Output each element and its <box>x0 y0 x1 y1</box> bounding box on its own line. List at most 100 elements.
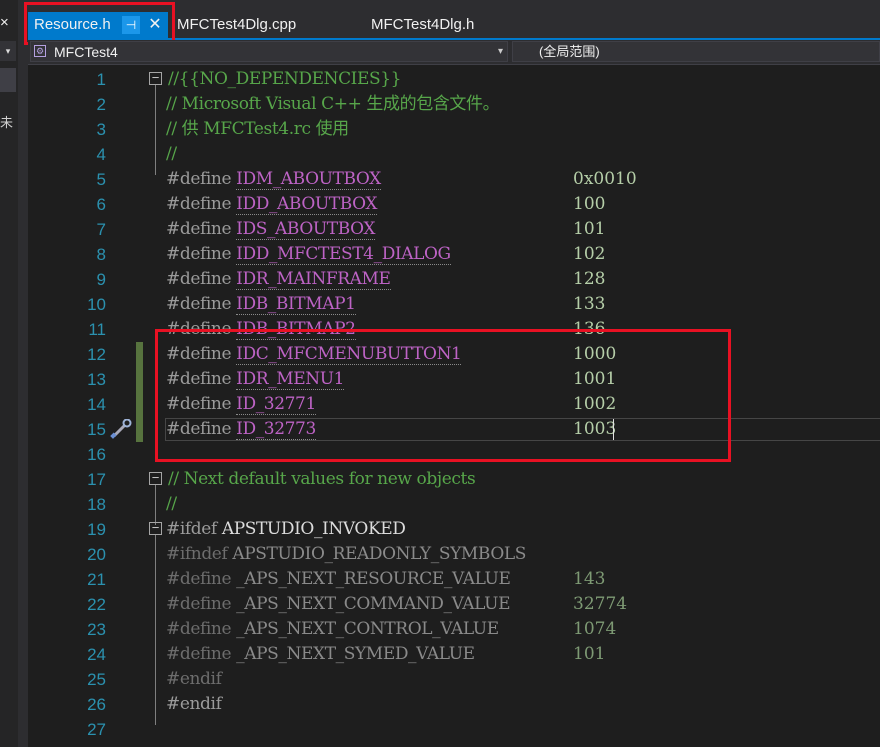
preprocessor-keyword: #define <box>166 644 232 664</box>
collapse-icon[interactable]: − <box>149 471 162 485</box>
code-line[interactable]: 4 // <box>28 142 880 167</box>
line-number: 20 <box>87 545 106 564</box>
code-line[interactable]: 6 #define IDD_ABOUTBOX 100 <box>28 192 880 217</box>
code-line[interactable]: 5 #define IDM_ABOUTBOX 0x0010 <box>28 167 880 192</box>
define-value: 143 <box>573 569 606 589</box>
define-value: 100 <box>573 194 606 214</box>
code-text: #ifndef APSTUDIO_READONLY_SYMBOLS <box>166 542 526 567</box>
chevron-down-icon[interactable]: ▾ <box>0 41 16 61</box>
navigation-bar: ⚙ MFCTest4 ▾ (全局范围) <box>28 40 880 65</box>
macro-name: IDM_ABOUTBOX <box>236 169 381 190</box>
preprocessor-keyword: #define <box>166 244 232 264</box>
code-line[interactable]: 24 #define _APS_NEXT_SYMED_VALUE 101 <box>28 642 880 667</box>
line-number: 18 <box>87 495 106 514</box>
define-value: 1074 <box>573 619 617 639</box>
define-value: 101 <box>573 219 606 239</box>
splitter[interactable] <box>18 0 28 747</box>
preprocessor-keyword: #define <box>166 294 232 314</box>
preprocessor-keyword: #define <box>166 619 232 639</box>
define-value: 101 <box>573 644 606 664</box>
highlight-box-tab <box>24 2 175 45</box>
preprocessor-keyword: #define <box>166 594 232 614</box>
close-icon[interactable]: × <box>0 14 12 32</box>
define-value: 102 <box>573 244 606 264</box>
collapse-icon[interactable]: − <box>149 71 162 85</box>
line-number: 8 <box>96 245 106 264</box>
line-number: 11 <box>88 320 106 339</box>
code-text: // <box>166 144 177 164</box>
macro-name: IDR_MAINFRAME <box>236 269 391 290</box>
line-number: 13 <box>87 370 106 389</box>
line-number: 7 <box>96 220 106 239</box>
code-text: // 供 MFCTest4.rc 使用 <box>166 119 349 139</box>
code-line[interactable]: 17 −// Next default values for new object… <box>28 467 880 492</box>
code-line[interactable]: 25 #endif <box>28 667 880 692</box>
chevron-down-icon: ▾ <box>497 46 503 57</box>
code-text: #define IDD_ABOUTBOX <box>166 192 377 217</box>
line-number: 25 <box>87 670 106 689</box>
code-line[interactable]: 27 <box>28 717 880 742</box>
line-number: 2 <box>96 95 106 114</box>
line-number: 14 <box>87 395 106 414</box>
code-text: #define IDD_MFCTEST4_DIALOG <box>166 242 451 267</box>
project-dropdown[interactable]: ⚙ MFCTest4 ▾ <box>30 41 508 62</box>
tab-label: MFCTest4Dlg.h <box>371 16 475 33</box>
collapse-icon[interactable]: − <box>149 521 162 535</box>
define-value: 133 <box>573 294 606 314</box>
change-marker <box>136 342 143 367</box>
macro-name: APSTUDIO_READONLY_SYMBOLS <box>232 544 526 564</box>
scope-dropdown[interactable]: (全局范围) <box>512 41 880 62</box>
define-value: 32774 <box>573 594 628 614</box>
tab-label: MFCTest4Dlg.cpp <box>177 16 297 33</box>
code-line[interactable]: 26 #endif <box>28 692 880 717</box>
code-line[interactable]: 10 #define IDB_BITMAP1 133 <box>28 292 880 317</box>
macro-name: _APS_NEXT_SYMED_VALUE <box>236 644 475 664</box>
preprocessor-keyword: #define <box>166 569 232 589</box>
code-line[interactable]: 7 #define IDS_ABOUTBOX 101 <box>28 217 880 242</box>
code-text: #define _APS_NEXT_COMMAND_VALUE <box>166 592 510 617</box>
code-text: #define IDM_ABOUTBOX <box>166 167 381 192</box>
line-number: 6 <box>96 195 106 214</box>
line-number: 12 <box>87 345 106 364</box>
code-line[interactable]: 19 − #ifdef APSTUDIO_INVOKED <box>28 517 880 542</box>
code-text: #define _APS_NEXT_SYMED_VALUE <box>166 642 475 667</box>
code-text: // <box>166 494 177 514</box>
preprocessor-keyword: #endif <box>166 694 222 714</box>
code-line[interactable]: 1 −//{{NO_DEPENDENCIES}} <box>28 67 880 92</box>
line-number: 9 <box>96 270 106 289</box>
code-text: #define _APS_NEXT_RESOURCE_VALUE <box>166 567 511 592</box>
code-line[interactable]: 22 #define _APS_NEXT_COMMAND_VALUE 32774 <box>28 592 880 617</box>
macro-name: _APS_NEXT_RESOURCE_VALUE <box>236 569 511 589</box>
code-line[interactable]: 2 // Microsoft Visual C++ 生成的包含文件。 <box>28 92 880 117</box>
change-marker <box>136 367 143 392</box>
change-marker <box>136 417 143 442</box>
preprocessor-keyword: #ifdef <box>166 519 217 539</box>
code-line[interactable]: 9 #define IDR_MAINFRAME 128 <box>28 267 880 292</box>
highlight-box-code <box>155 329 731 462</box>
line-number: 4 <box>96 145 106 164</box>
macro-name: IDS_ABOUTBOX <box>236 219 376 240</box>
preprocessor-keyword: #endif <box>166 669 222 689</box>
code-text: // Next default values for new objects <box>168 469 476 489</box>
preprocessor-keyword: #define <box>166 169 232 189</box>
define-value: 128 <box>573 269 606 289</box>
code-line[interactable]: 18 // <box>28 492 880 517</box>
code-text: #define IDR_MAINFRAME <box>166 267 391 292</box>
code-line[interactable]: 20 #ifndef APSTUDIO_READONLY_SYMBOLS <box>28 542 880 567</box>
line-number: 3 <box>96 120 106 139</box>
code-line[interactable]: 21 #define _APS_NEXT_RESOURCE_VALUE 143 <box>28 567 880 592</box>
selected-item[interactable] <box>0 68 16 92</box>
code-text: #define _APS_NEXT_CONTROL_VALUE <box>166 617 499 642</box>
preprocessor-keyword: #ifndef <box>166 544 228 564</box>
code-line[interactable]: 3 // 供 MFCTest4.rc 使用 <box>28 117 880 142</box>
code-line[interactable]: 23 #define _APS_NEXT_CONTROL_VALUE 1074 <box>28 617 880 642</box>
screwdriver-icon[interactable] <box>108 418 134 439</box>
code-line[interactable]: 8 #define IDD_MFCTEST4_DIALOG 102 <box>28 242 880 267</box>
panel-text-fragment: 未 <box>0 115 14 130</box>
code-text: #define IDS_ABOUTBOX <box>166 217 375 242</box>
tab-mfctest4dlg-h[interactable]: MFCTest4Dlg.h <box>371 12 474 38</box>
macro-name: IDD_ABOUTBOX <box>236 194 378 215</box>
tab-mfctest4dlg-cpp[interactable]: MFCTest4Dlg.cpp <box>177 12 296 38</box>
line-number: 1 <box>96 70 106 89</box>
class-icon: ⚙ <box>34 45 46 57</box>
